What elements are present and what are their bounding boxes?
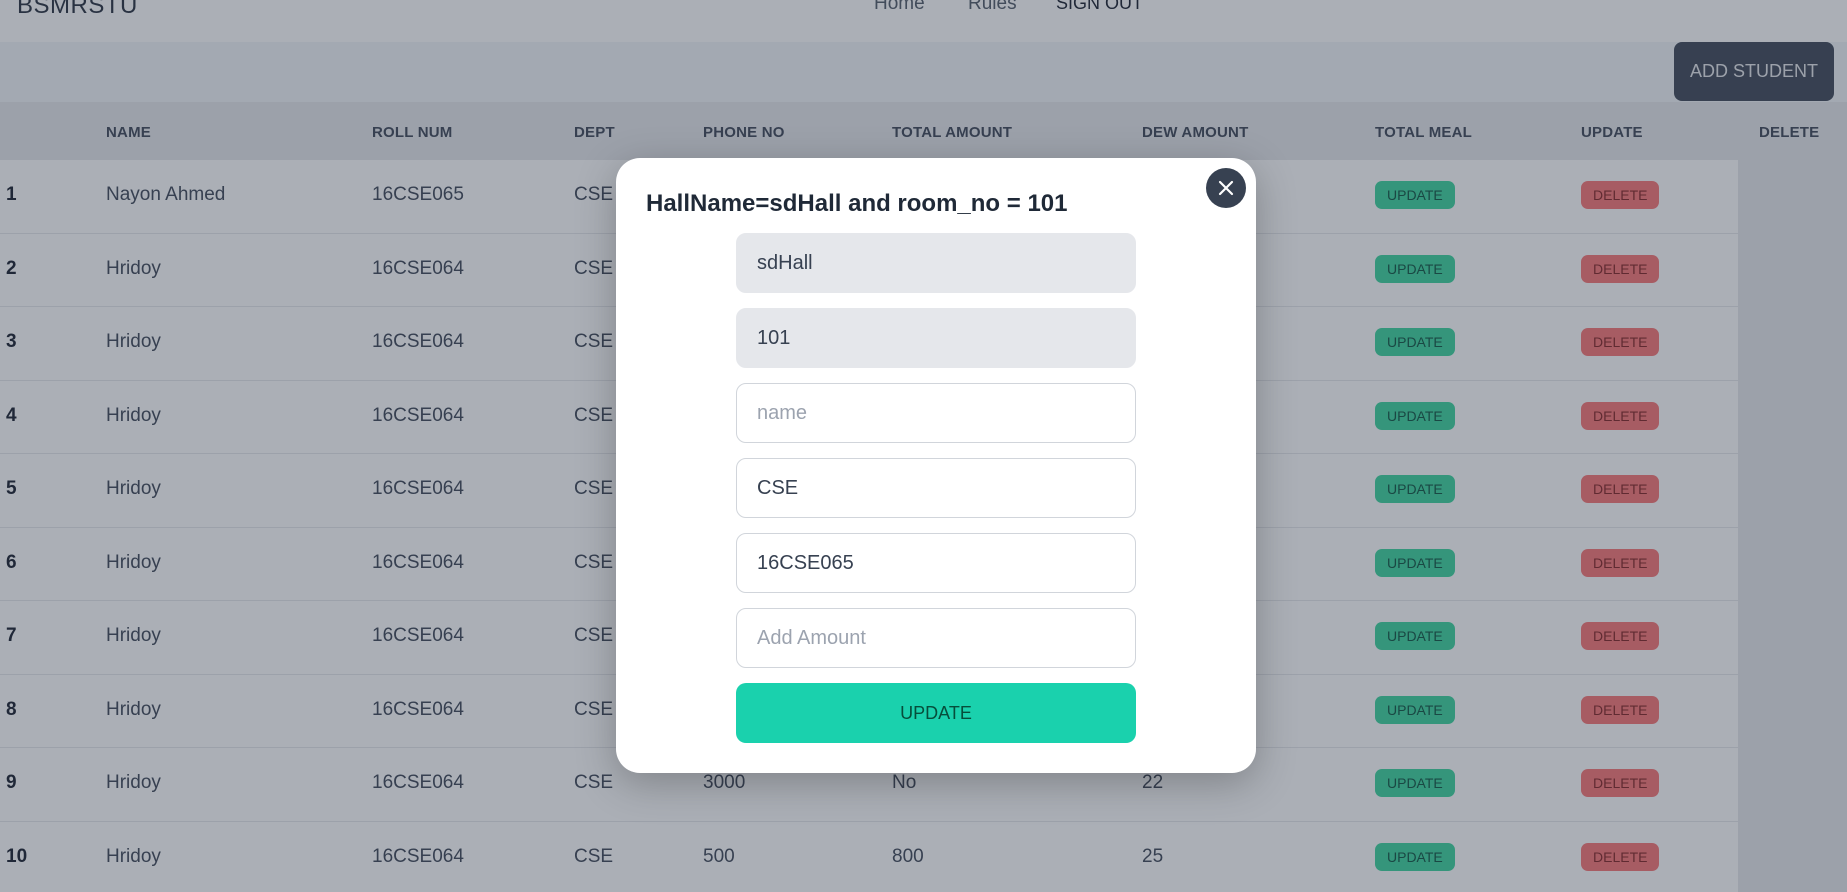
update-student-modal: HallName=sdHall and room_no = 101 UPDATE xyxy=(616,158,1256,773)
update-button[interactable]: UPDATE xyxy=(736,683,1136,743)
room-no-field[interactable] xyxy=(736,308,1136,368)
hall-name-field[interactable] xyxy=(736,233,1136,293)
close-icon xyxy=(1218,180,1234,196)
roll-field[interactable] xyxy=(736,533,1136,593)
modal-title: HallName=sdHall and room_no = 101 xyxy=(646,190,1068,217)
add-amount-field[interactable] xyxy=(736,608,1136,668)
close-button[interactable] xyxy=(1206,168,1246,208)
name-field[interactable] xyxy=(736,383,1136,443)
dept-field[interactable] xyxy=(736,458,1136,518)
